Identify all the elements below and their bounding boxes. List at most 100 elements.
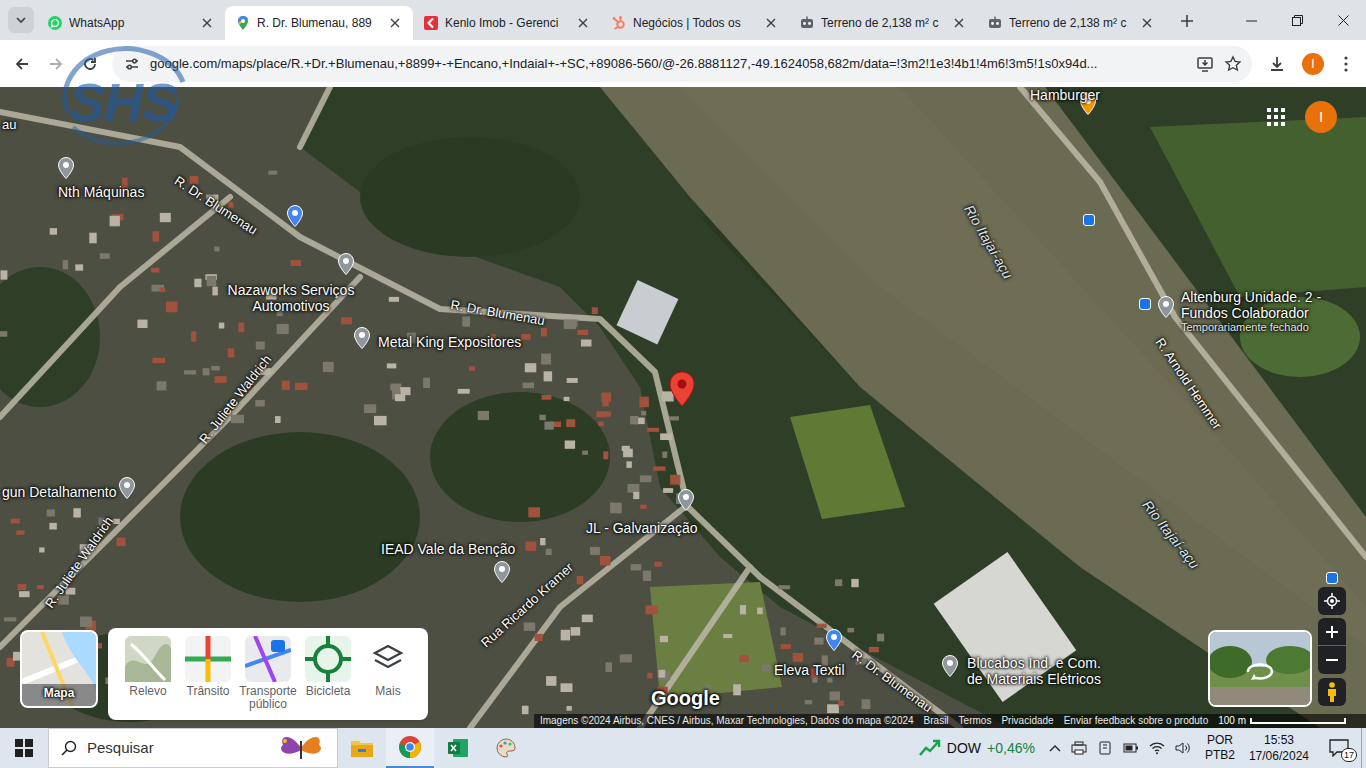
browser-tab[interactable]: Negócios | Todos os [601, 6, 789, 40]
close-window-button[interactable] [1320, 0, 1366, 40]
place-name[interactable]: Nth Máquinas [58, 184, 144, 200]
place-name[interactable]: Nazaworks Serviços Automotivos [220, 282, 362, 314]
speaker-icon[interactable] [1175, 741, 1191, 755]
place-pin-icon[interactable] [942, 655, 958, 677]
profile-avatar[interactable]: I [1302, 53, 1324, 75]
place-name[interactable]: gun Detalhamento [2, 484, 116, 500]
profile-button[interactable]: I [1296, 48, 1330, 80]
place-pin-icon[interactable] [678, 489, 694, 511]
close-tab-icon[interactable] [951, 15, 967, 31]
taskbar-search[interactable]: Pesquisar [48, 728, 338, 768]
close-tab-icon[interactable] [387, 15, 403, 31]
device-icon[interactable] [1097, 741, 1113, 755]
place-label[interactable]: Metal King Expositores [378, 334, 521, 350]
my-location-button[interactable] [1318, 587, 1346, 615]
close-tab-icon[interactable] [575, 15, 591, 31]
place-label[interactable]: Blucabos Ind. e Com. de Materiais Elétri… [960, 655, 1108, 687]
printer-icon[interactable] [1071, 741, 1087, 755]
place-label[interactable]: gun Detalhamento [2, 484, 116, 500]
shopping-pin-icon[interactable] [287, 205, 303, 227]
wifi-icon[interactable] [1149, 741, 1165, 755]
place-name[interactable]: Blucabos Ind. e Com. de Materiais Elétri… [960, 655, 1108, 687]
pegman-button[interactable] [1318, 678, 1346, 706]
paint-button[interactable] [482, 728, 530, 768]
browser-tab[interactable]: Terreno de 2,138 m² c [977, 6, 1165, 40]
attribution-link[interactable]: Enviar feedback sobre o produto [1064, 715, 1209, 727]
attribution-link[interactable]: Termos [959, 715, 992, 727]
notification-center-button[interactable]: 17 [1317, 728, 1361, 768]
place-name[interactable]: Altenburg Unidade. 2 - Fundos Colaborado… [1181, 289, 1343, 321]
place-label[interactable]: Altenburg Unidade. 2 - Fundos Colaborado… [1181, 289, 1343, 334]
stock-widget[interactable]: DOW +0,46% [913, 728, 1041, 768]
site-info-icon[interactable] [124, 56, 140, 72]
place-pin-icon[interactable] [338, 253, 354, 275]
omnibox[interactable]: google.com/maps/place/R.+Dr.+Blumenau,+8… [112, 46, 1252, 82]
browser-tab[interactable]: WhatsApp [37, 6, 225, 40]
layer-option[interactable]: Trânsito [178, 636, 238, 698]
input-language[interactable]: POR PTB2 [1199, 728, 1241, 768]
show-desktop-button[interactable] [1361, 728, 1366, 768]
restore-button[interactable] [1274, 0, 1320, 40]
layer-option[interactable]: Bicicleta [298, 636, 358, 698]
browser-tab[interactable]: Kenlo Imob - Gerenci [413, 6, 601, 40]
bus-stop-icon[interactable] [1139, 298, 1151, 310]
minimize-button[interactable] [1228, 0, 1274, 40]
zoom-out-button[interactable] [1318, 646, 1346, 674]
map-canvas[interactable]: Nth Máquinas Nazaworks Serviços Automotiv… [0, 87, 1366, 728]
new-tab-button[interactable] [1173, 7, 1201, 35]
scale-bar[interactable]: 100 m [1218, 715, 1346, 727]
selected-location-pin-icon[interactable] [669, 371, 695, 407]
battery-icon[interactable] [1123, 741, 1139, 755]
back-button[interactable] [6, 48, 38, 80]
attribution-link[interactable]: Privacidade [1001, 715, 1053, 727]
place-pin-icon[interactable] [58, 157, 74, 179]
place-pin-icon[interactable] [826, 629, 842, 651]
bus-stop-icon[interactable] [1083, 214, 1095, 226]
place-pin-icon[interactable] [354, 327, 370, 349]
layer-option[interactable]: Transporte público [238, 636, 298, 711]
place-name[interactable]: Metal King Expositores [378, 334, 521, 350]
account-avatar[interactable]: I [1305, 101, 1337, 133]
place-label[interactable]: JL - Galvanização [586, 520, 698, 536]
chrome-button[interactable] [386, 728, 434, 768]
street-view-thumbnail[interactable] [1208, 630, 1312, 707]
chrome-menu-button[interactable] [1332, 48, 1360, 80]
place-name[interactable]: Eleva Textil [774, 662, 845, 678]
excel-button[interactable] [434, 728, 482, 768]
place-name[interactable]: JL - Galvanização [586, 520, 698, 536]
start-button[interactable] [0, 728, 48, 768]
map-type-label[interactable]: Mapa [44, 684, 75, 702]
place-pin-icon[interactable] [1158, 296, 1174, 318]
place-label[interactable]: Nazaworks Serviços Automotivos [220, 282, 362, 314]
map-type-toggle[interactable]: Mapa [20, 630, 98, 708]
place-label[interactable]: Nth Máquinas [58, 184, 144, 200]
search-placeholder[interactable]: Pesquisar [87, 737, 261, 760]
place-label[interactable]: IEAD Vale da Benção [381, 541, 515, 557]
reload-button[interactable] [74, 48, 106, 80]
forward-button[interactable] [40, 48, 72, 80]
file-explorer-button[interactable] [338, 728, 386, 768]
google-apps-icon[interactable] [1264, 105, 1288, 129]
close-tab-icon[interactable] [763, 15, 779, 31]
clock[interactable]: 15:53 17/06/2024 [1241, 728, 1317, 768]
place-label[interactable]: Hamburger [1030, 87, 1100, 103]
layer-option[interactable]: Relevo [118, 636, 178, 698]
tab-search-button[interactable] [8, 7, 34, 33]
attribution-link[interactable]: Brasil [924, 715, 949, 727]
zoom-in-button[interactable] [1318, 618, 1346, 646]
close-tab-icon[interactable] [1139, 15, 1155, 31]
place-pin-icon[interactable] [119, 477, 135, 499]
url-text[interactable]: google.com/maps/place/R.+Dr.+Blumenau,+8… [150, 54, 1186, 74]
bus-stop-icon[interactable] [1326, 572, 1338, 584]
install-app-icon[interactable] [1196, 55, 1214, 73]
place-name[interactable]: IEAD Vale da Benção [381, 541, 515, 557]
place-pin-icon[interactable] [494, 561, 510, 583]
downloads-button[interactable] [1260, 48, 1294, 80]
browser-tab[interactable]: Terreno de 2,138 m² c [789, 6, 977, 40]
place-label[interactable]: Eleva Textil [774, 662, 845, 678]
close-tab-icon[interactable] [199, 15, 215, 31]
place-name[interactable]: Hamburger [1030, 87, 1100, 103]
bookmark-star-icon[interactable] [1224, 55, 1242, 73]
browser-tab[interactable]: R. Dr. Blumenau, 889 [225, 6, 413, 40]
chevron-up-icon[interactable] [1049, 743, 1061, 753]
